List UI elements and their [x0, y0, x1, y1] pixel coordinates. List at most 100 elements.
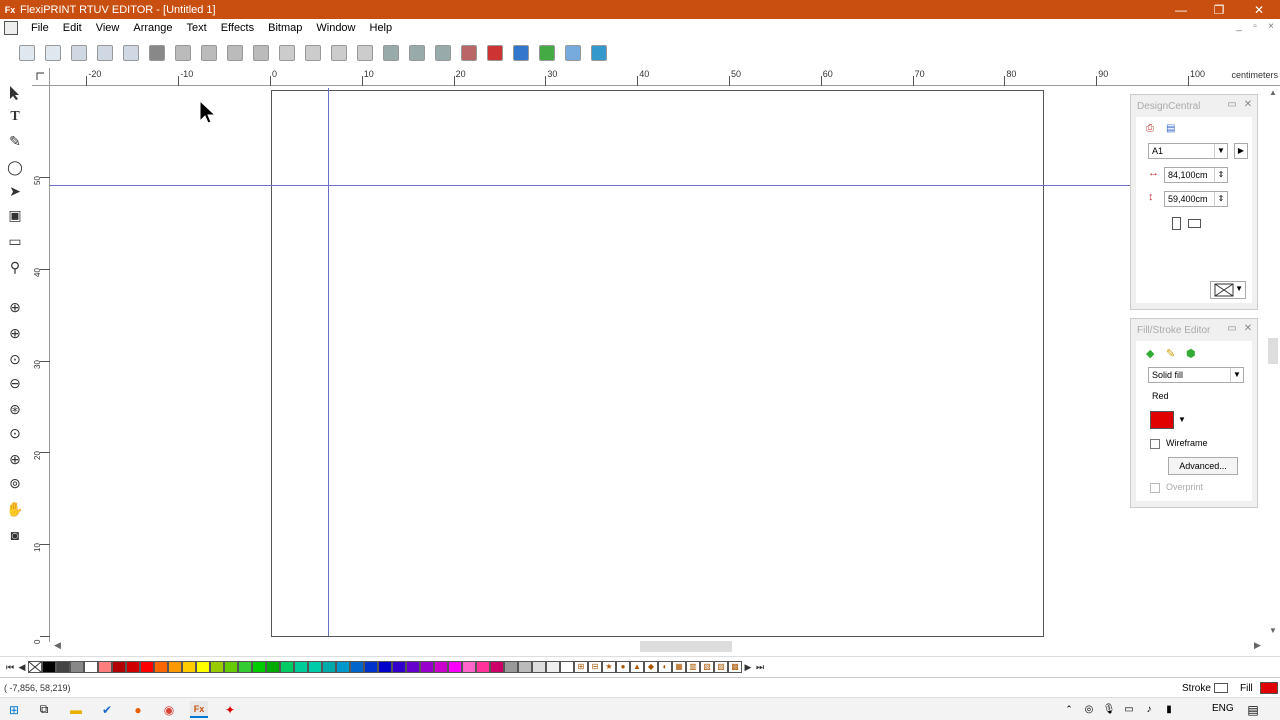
zoom-fit-icon[interactable]: ⊕: [4, 296, 26, 318]
page-setup-tab-icon[interactable]: ⎙: [1146, 123, 1160, 135]
mdi-minimize-button[interactable]: _: [1232, 21, 1246, 33]
horizontal-scroll-thumb[interactable]: [640, 641, 732, 652]
show-hidden-icons-icon[interactable]: ⌃: [1060, 701, 1078, 718]
fill-type-select[interactable]: Solid fill ▼: [1148, 367, 1244, 383]
palette-color-swatch[interactable]: [98, 660, 112, 673]
palette-color-swatch[interactable]: [266, 660, 280, 673]
special-swatch-icon[interactable]: ▧: [700, 660, 714, 673]
palette-color-swatch[interactable]: [224, 660, 238, 673]
palette-last-icon[interactable]: ⏭: [754, 661, 766, 673]
fill-bucket-icon[interactable]: ◆: [1146, 347, 1154, 360]
panel-minimize-button[interactable]: ▭: [1225, 323, 1239, 335]
edge-icon[interactable]: ✔: [98, 701, 116, 718]
palette-color-swatch[interactable]: [252, 660, 266, 673]
palette-first-icon[interactable]: ⏮: [4, 661, 16, 673]
stroke-color-swatch[interactable]: [1214, 683, 1228, 693]
mdi-close-button[interactable]: ×: [1264, 21, 1278, 33]
volume-icon[interactable]: ♪: [1140, 701, 1158, 718]
scroll-down-icon[interactable]: ▼: [1269, 626, 1277, 635]
export-icon[interactable]: [118, 40, 144, 66]
palette-color-swatch[interactable]: [84, 660, 98, 673]
page-height-field[interactable]: 59,400cm ⇕: [1164, 191, 1228, 207]
special-swatch-icon[interactable]: ▥: [686, 660, 700, 673]
palette-color-swatch[interactable]: [196, 660, 210, 673]
vertical-guide-line[interactable]: [328, 88, 329, 636]
firefox-icon[interactable]: ●: [129, 701, 147, 718]
palette-prev-icon[interactable]: ◀: [16, 661, 28, 673]
page-size-select[interactable]: A1 ▼: [1148, 143, 1228, 159]
vertical-scrollbar[interactable]: ▲ ▼: [1266, 86, 1280, 642]
landscape-orientation-icon[interactable]: [1188, 219, 1201, 228]
ellipse-tool-icon[interactable]: ◯: [4, 156, 26, 178]
palette-color-swatch[interactable]: [322, 660, 336, 673]
spinner-icon[interactable]: ⇕: [1214, 168, 1227, 182]
vertical-scroll-thumb[interactable]: [1268, 338, 1278, 364]
battery-icon[interactable]: ▮: [1160, 701, 1178, 718]
zoom-out-icon[interactable]: ⊖: [4, 372, 26, 394]
palette-color-swatch[interactable]: [112, 660, 126, 673]
special-swatch-icon[interactable]: ▨: [714, 660, 728, 673]
menu-file[interactable]: File: [24, 19, 56, 37]
spinner-icon[interactable]: ⇕: [1214, 192, 1227, 206]
fill-tool-icon[interactable]: ◙: [4, 524, 26, 546]
no-color-swatch[interactable]: [28, 660, 42, 673]
media-options-button[interactable]: ▼: [1210, 281, 1246, 299]
special-swatch-icon[interactable]: ▦: [672, 660, 686, 673]
eyedropper-tool-icon[interactable]: ⚲: [4, 256, 26, 278]
special-swatch-icon[interactable]: ★: [602, 660, 616, 673]
special-swatch-icon[interactable]: ◐: [658, 660, 672, 673]
fill-color-swatch[interactable]: [1150, 411, 1174, 429]
menu-help[interactable]: Help: [363, 19, 400, 37]
palette-color-swatch[interactable]: [182, 660, 196, 673]
palette-color-swatch[interactable]: [560, 660, 574, 673]
rip-icon[interactable]: [456, 40, 482, 66]
menu-window[interactable]: Window: [309, 19, 362, 37]
stroke-pen-icon[interactable]: ✎: [1166, 347, 1175, 360]
special-swatch-icon[interactable]: ◆: [644, 660, 658, 673]
palette-color-swatch[interactable]: [70, 660, 84, 673]
palette-color-swatch[interactable]: [350, 660, 364, 673]
palette-color-swatch[interactable]: [336, 660, 350, 673]
select-tool-icon[interactable]: [4, 82, 26, 104]
palette-color-swatch[interactable]: [42, 660, 56, 673]
fill-color-indicator[interactable]: [1260, 682, 1278, 694]
zoom-page-icon[interactable]: ⊙: [4, 348, 26, 370]
wireframe-checkbox[interactable]: [1150, 439, 1160, 449]
palette-color-swatch[interactable]: [126, 660, 140, 673]
menu-effects[interactable]: Effects: [214, 19, 261, 37]
panel-close-button[interactable]: ✕: [1241, 99, 1255, 111]
paste-icon[interactable]: [248, 40, 274, 66]
import-icon[interactable]: [92, 40, 118, 66]
palette-color-swatch[interactable]: [238, 660, 252, 673]
vertical-ruler[interactable]: 50 40 30 20 10 0: [32, 86, 50, 644]
palette-color-swatch[interactable]: [420, 660, 434, 673]
file-explorer-icon[interactable]: ▬: [67, 701, 85, 718]
chevron-down-icon[interactable]: ▼: [1176, 411, 1188, 429]
open-icon[interactable]: [40, 40, 66, 66]
text-tool-icon[interactable]: T: [4, 106, 26, 128]
notifications-icon[interactable]: ▤: [1244, 701, 1262, 718]
page-width-field[interactable]: 84,100cm ⇕: [1164, 167, 1228, 183]
palette-color-swatch[interactable]: [378, 660, 392, 673]
palette-color-swatch[interactable]: [406, 660, 420, 673]
panel-close-button[interactable]: ✕: [1241, 323, 1255, 335]
palette-color-swatch[interactable]: [518, 660, 532, 673]
portrait-orientation-icon[interactable]: [1172, 217, 1181, 230]
cut-disabled-icon[interactable]: [170, 40, 196, 66]
task-view-icon[interactable]: ⧉: [35, 701, 53, 718]
document-icon[interactable]: [4, 21, 18, 35]
palette-color-swatch[interactable]: [168, 660, 182, 673]
start-icon[interactable]: ⊞: [5, 701, 23, 718]
advanced-button[interactable]: Advanced...: [1168, 457, 1238, 475]
redo-icon[interactable]: [326, 40, 352, 66]
arrange-icon[interactable]: [404, 40, 430, 66]
save-icon[interactable]: [66, 40, 92, 66]
pen-tool-icon[interactable]: ✎: [4, 130, 26, 152]
horizontal-ruler[interactable]: centimeters -20 -10 0 10 20 30 40 50 60 70 80 90 100: [50, 68, 1280, 86]
cut-contour-icon[interactable]: [482, 40, 508, 66]
horizontal-scrollbar[interactable]: ◀ ▶: [50, 640, 1266, 654]
page-size-next-icon[interactable]: ▶: [1234, 143, 1248, 159]
ruler-origin[interactable]: [32, 68, 50, 86]
chevron-down-icon[interactable]: ▼: [1230, 368, 1243, 382]
zoom-actual-icon[interactable]: ⊚: [4, 472, 26, 494]
